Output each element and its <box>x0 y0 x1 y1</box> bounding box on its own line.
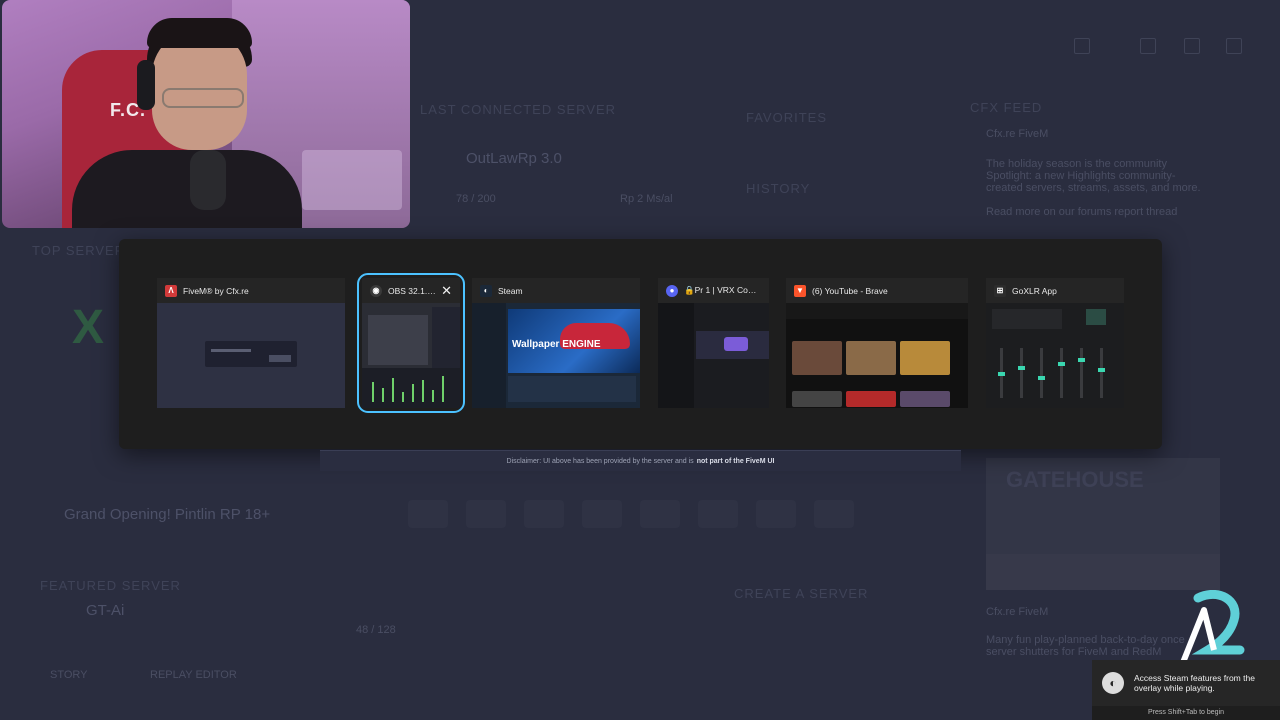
window-steam[interactable]: ◐ Steam Wallpaper ENGINE <box>472 278 640 408</box>
replay-editor-button[interactable]: REPLAY EDITOR <box>150 669 237 681</box>
grand-opening-banner[interactable]: Grand Opening! Pintlin RP 18+ <box>64 506 270 523</box>
window-thumbnail <box>986 303 1124 408</box>
news-link[interactable]: Read more on our forums report thread <box>986 206 1177 218</box>
brave-icon: ▼ <box>794 284 806 297</box>
window-title: 🔒Pr 1 | VRX Comm... <box>684 285 761 295</box>
news-author: Cfx.re FiveM <box>986 128 1049 140</box>
featured-server-name[interactable]: GT-Ai <box>86 602 124 619</box>
featured-players: 48 / 128 <box>356 624 396 636</box>
story-button[interactable]: STORY <box>50 669 88 681</box>
last-server-name[interactable]: OutLawRp 3.0 <box>466 150 562 167</box>
toast-hint: Press Shift+Tab to begin <box>1092 706 1280 720</box>
fivem-icon: Λ <box>165 284 177 297</box>
window-title: FiveM® by Cfx.re <box>183 285 249 296</box>
webcam-overlay: F.C. <box>2 0 410 228</box>
server-card[interactable] <box>640 500 680 528</box>
window-discord[interactable]: ● 🔒Pr 1 | VRX Comm... <box>658 278 769 408</box>
server-card[interactable] <box>582 500 622 528</box>
window-title: OBS 32.1.1... <box>388 285 438 296</box>
steam-overlay-toast[interactable]: ◐ Access Steam features from the overlay… <box>1092 660 1280 720</box>
disclaimer-bold: not part of the FiveM UI <box>696 457 775 465</box>
last-server-ping: Rp 2 Ms/al <box>620 193 673 205</box>
disclaimer-text: Disclaimer: UI above has been provided b… <box>506 457 694 465</box>
server-card[interactable] <box>756 500 796 528</box>
user-icon[interactable] <box>1140 38 1156 54</box>
settings-icon[interactable] <box>1184 38 1200 54</box>
create-server-label[interactable]: CREATE A SERVER <box>734 586 868 601</box>
window-obs[interactable]: ◉ OBS 32.1.1... ✕ <box>357 273 465 413</box>
toast-message: Access Steam features from the overlay w… <box>1134 673 1255 693</box>
thumb-wallpaper-text: Wallpaper ENGINE <box>512 339 601 350</box>
server-card[interactable] <box>814 500 854 528</box>
window-fivem[interactable]: Λ FiveM® by Cfx.re <box>157 278 345 408</box>
news2-body: Many fun play-planned back-to-day once s… <box>986 634 1185 658</box>
server-card[interactable] <box>408 500 448 528</box>
server-logo: X <box>72 301 105 354</box>
window-thumbnail <box>157 303 345 408</box>
close-window-icon[interactable]: ✕ <box>441 283 452 299</box>
server-card[interactable] <box>524 500 564 528</box>
window-brave-youtube[interactable]: ▼ (6) YouTube - Brave <box>786 278 968 408</box>
window-title: Steam <box>498 285 523 296</box>
goxlr-icon: ⊞ <box>994 284 1006 297</box>
window-thumbnail: Wallpaper ENGINE <box>472 303 640 408</box>
last-server-players: 78 / 200 <box>456 193 496 205</box>
news-body: The holiday season is the community Spot… <box>986 158 1201 194</box>
last-connected-label: LAST CONNECTED SERVER <box>420 102 617 117</box>
window-goxlr[interactable]: ⊞ GoXLR App <box>986 278 1124 408</box>
discord-icon: ● <box>666 284 678 297</box>
microphone <box>190 150 226 210</box>
steam-icon: ◐ <box>1102 672 1124 694</box>
history-label[interactable]: HISTORY <box>746 181 810 196</box>
featured-label: FEATURED SERVER <box>40 578 181 593</box>
favorites-label[interactable]: FAVORITES <box>746 110 827 125</box>
window-title: (6) YouTube - Brave <box>812 285 888 296</box>
window-thumbnail <box>786 303 968 408</box>
server-card[interactable] <box>698 500 738 528</box>
window-thumbnail <box>658 303 769 408</box>
news-image[interactable]: GATEHOUSE <box>986 458 1220 590</box>
window-thumbnail <box>362 303 460 408</box>
news-image-title: GATEHOUSE <box>1006 467 1144 492</box>
notification-icon[interactable] <box>1074 38 1090 54</box>
news2-author: Cfx.re FiveM <box>986 606 1049 618</box>
close-icon[interactable] <box>1226 38 1242 54</box>
window-title: GoXLR App <box>1012 285 1057 296</box>
server-card[interactable] <box>466 500 506 528</box>
task-switcher: Λ FiveM® by Cfx.re ◉ OBS 32.1.1... ✕ ◐ S… <box>119 239 1162 449</box>
server-icons-strip <box>408 500 928 530</box>
obs-icon: ◉ <box>370 284 382 297</box>
headset <box>137 60 155 110</box>
steam-icon: ◐ <box>480 284 492 297</box>
news-label: CFX FEED <box>970 100 1043 115</box>
server-ui-disclaimer: Disclaimer: UI above has been provided b… <box>320 450 961 471</box>
